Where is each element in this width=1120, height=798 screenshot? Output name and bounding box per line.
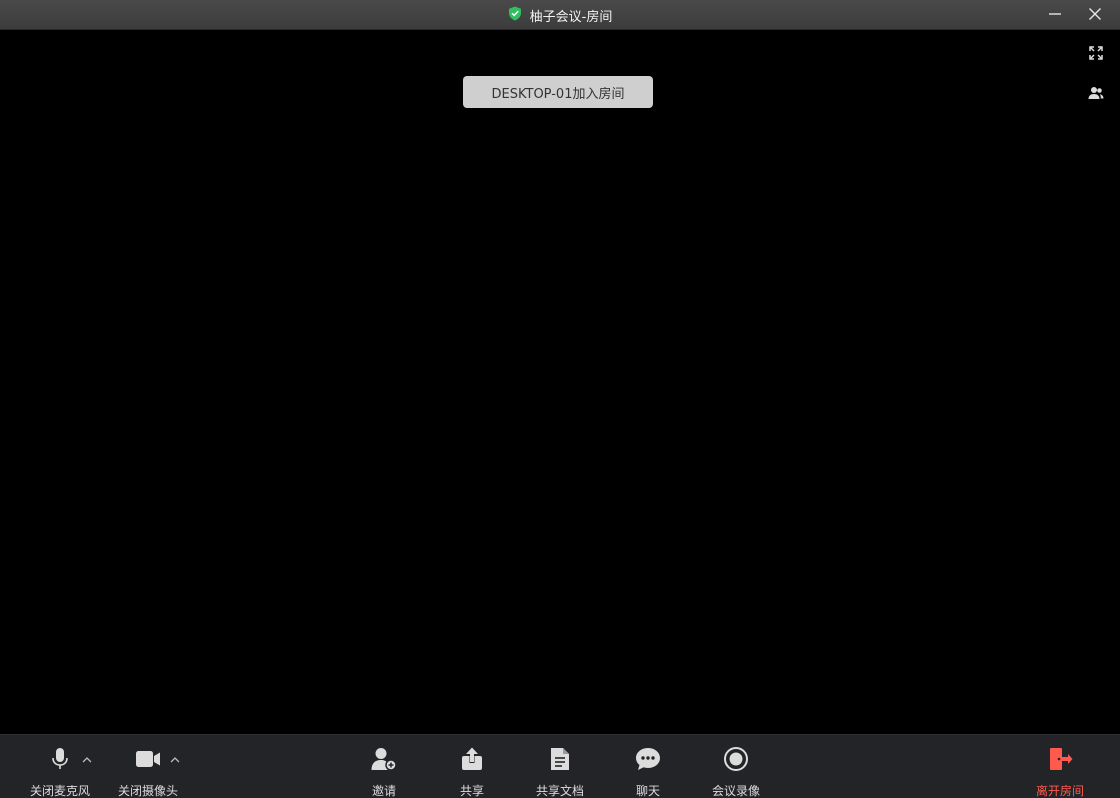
camera-label: 关闭摄像头	[117, 784, 178, 798]
title-bar: 柚子会议-房间	[0, 0, 1120, 30]
exit-door-icon	[1047, 745, 1073, 773]
leave-room-button[interactable]: 离开房间	[1020, 735, 1100, 798]
mic-button[interactable]: 关闭麦克风	[20, 735, 100, 798]
invite-button[interactable]: 邀请	[344, 735, 424, 798]
record-button[interactable]: 会议录像	[696, 735, 776, 798]
share-document-label: 共享文档	[535, 784, 584, 798]
fullscreen-icon	[1089, 45, 1103, 64]
share-button[interactable]: 共享	[432, 735, 512, 798]
window-title: 柚子会议-房间	[529, 9, 613, 25]
video-stage: DESKTOP-01加入房间	[0, 31, 1120, 734]
camera-button[interactable]: 关闭摄像头	[108, 735, 188, 798]
camera-options-caret[interactable]	[169, 751, 181, 763]
title-wrap: 柚子会议-房间	[0, 0, 1120, 30]
document-icon	[550, 745, 570, 773]
chevron-up-icon	[170, 748, 180, 767]
mic-options-caret[interactable]	[81, 751, 93, 763]
join-notification: DESKTOP-01加入房间	[463, 76, 653, 108]
shield-check-icon	[508, 6, 522, 25]
minimize-icon	[1048, 6, 1062, 25]
members-icon	[1088, 85, 1104, 104]
chat-bubble-icon	[635, 745, 661, 773]
share-document-button[interactable]: 共享文档	[520, 735, 600, 798]
minimize-button[interactable]	[1038, 0, 1072, 30]
invite-user-icon	[371, 745, 397, 773]
microphone-icon	[51, 745, 69, 773]
record-label: 会议录像	[711, 784, 760, 798]
meeting-toolbar: 关闭麦克风 关闭摄像头 邀请 共享 共享文档 聊天 会议录像 离开房间	[0, 734, 1120, 798]
chat-button[interactable]: 聊天	[608, 735, 688, 798]
invite-label: 邀请	[371, 784, 396, 798]
fullscreen-button[interactable]	[1084, 42, 1108, 66]
record-icon	[723, 745, 749, 773]
video-camera-icon	[135, 745, 161, 773]
chat-label: 聊天	[635, 784, 660, 798]
share-upload-icon	[461, 745, 483, 773]
share-label: 共享	[459, 784, 484, 798]
leave-room-label: 离开房间	[1035, 784, 1084, 798]
chevron-up-icon	[82, 748, 92, 767]
mic-label: 关闭麦克风	[29, 784, 90, 798]
close-button[interactable]	[1078, 0, 1112, 30]
members-button[interactable]	[1084, 82, 1108, 106]
close-icon	[1088, 6, 1102, 25]
